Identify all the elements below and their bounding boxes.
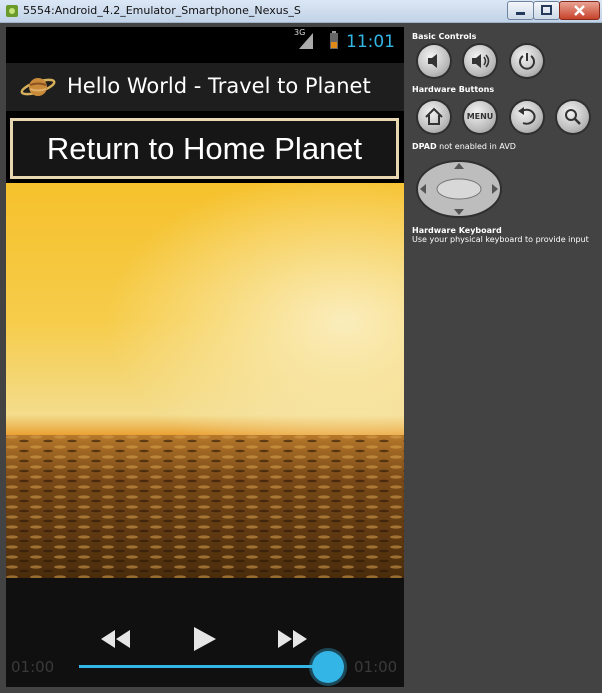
- power-icon: [519, 53, 535, 70]
- fast-forward-icon[interactable]: [277, 628, 309, 650]
- minimize-button[interactable]: [507, 1, 534, 20]
- seek-thumb[interactable]: [312, 651, 344, 683]
- back-icon: [518, 107, 536, 125]
- volume-down-button[interactable]: [418, 45, 450, 77]
- power-button[interactable]: [511, 45, 543, 77]
- maximize-button[interactable]: [533, 1, 560, 20]
- app-title: Hello World - Travel to Planet: [67, 74, 371, 98]
- home-icon: [425, 107, 443, 125]
- total-time: 01:00: [354, 658, 398, 676]
- signal-icon: [299, 33, 313, 49]
- title-bar[interactable]: 5554:Android_4.2_Emulator_Smartphone_Nex…: [0, 0, 602, 23]
- battery-icon: [330, 31, 338, 49]
- planet-icon[interactable]: [19, 72, 57, 102]
- volume-up-icon: [472, 54, 490, 68]
- search-icon: [565, 109, 581, 125]
- hardware-keyboard-hint: Use your physical keyboard to provide in…: [412, 235, 589, 244]
- search-button[interactable]: [557, 101, 589, 133]
- menu-label: MENU: [466, 112, 494, 121]
- dpad-control[interactable]: [416, 160, 502, 218]
- dpad-status: DPAD not enabled in AVD: [412, 142, 516, 151]
- video-view[interactable]: [6, 183, 404, 578]
- emulator-window: 5554:Android_4.2_Emulator_Smartphone_Nex…: [0, 0, 602, 693]
- phone-screen: 3G 11:01 Hello World - Travel to Planet …: [6, 27, 404, 687]
- current-time: 01:00: [11, 658, 55, 676]
- return-home-button[interactable]: Return to Home Planet: [10, 118, 399, 179]
- volume-up-button[interactable]: [464, 45, 496, 77]
- status-time: 11:01: [346, 32, 395, 52]
- menu-button[interactable]: MENU: [464, 101, 496, 133]
- back-button[interactable]: [511, 101, 543, 133]
- minimize-icon: [516, 12, 525, 15]
- media-controller: 01:00 01:00: [6, 578, 404, 687]
- hardware-keyboard-label: Hardware Keyboard: [412, 226, 502, 235]
- dpad-label: DPAD: [412, 142, 437, 151]
- basic-controls-label: Basic Controls: [412, 32, 477, 41]
- play-icon[interactable]: [192, 625, 218, 653]
- planet-surface-image: [6, 183, 404, 578]
- return-home-label: Return to Home Planet: [46, 131, 363, 166]
- dpad-note: not enabled in AVD: [439, 142, 516, 151]
- hardware-buttons-label: Hardware Buttons: [412, 85, 495, 94]
- volume-down-icon: [428, 54, 437, 68]
- rewind-icon[interactable]: [100, 628, 132, 650]
- action-bar: Hello World - Travel to Planet: [6, 63, 404, 111]
- close-icon: [574, 5, 585, 16]
- window-title: 5554:Android_4.2_Emulator_Smartphone_Nex…: [23, 4, 301, 17]
- android-app-icon: [6, 5, 18, 17]
- close-button[interactable]: [559, 1, 600, 20]
- status-bar: 3G 11:01: [6, 27, 404, 57]
- home-button[interactable]: [418, 101, 450, 133]
- emulator-controls-panel: Basic Controls Hardware Buttons MENU DPA…: [404, 23, 602, 693]
- seek-bar[interactable]: [79, 665, 331, 668]
- maximize-icon: [541, 5, 552, 15]
